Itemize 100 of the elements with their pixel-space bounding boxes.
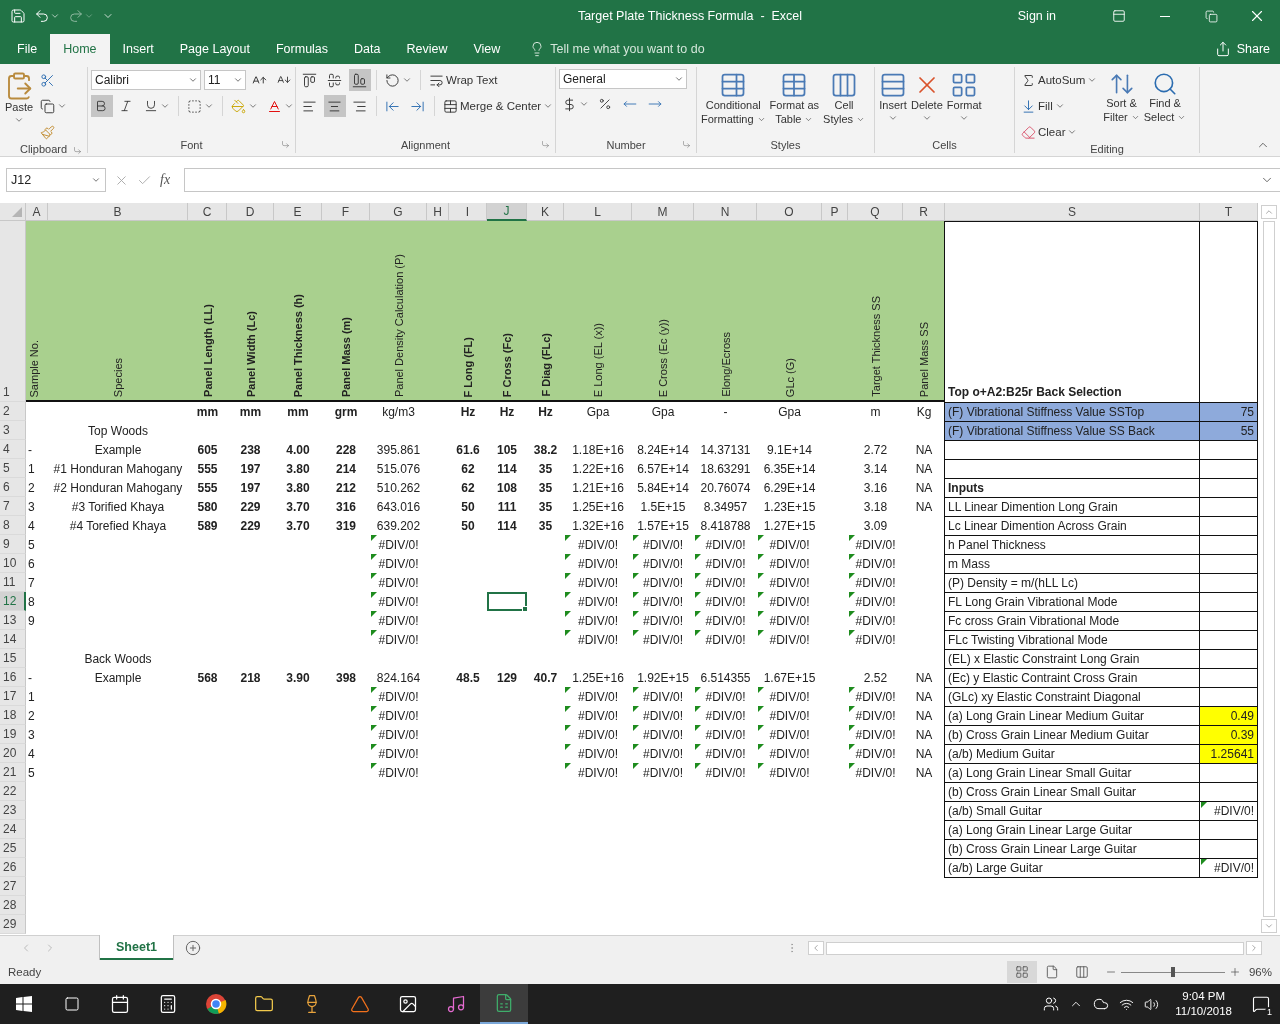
bold-button[interactable] [91, 95, 113, 117]
scroll-thumb[interactable] [826, 941, 1244, 955]
cells-button[interactable]: Format [945, 69, 983, 137]
row-header[interactable]: 9 [0, 535, 26, 554]
row-header[interactable]: 17 [0, 687, 26, 706]
undo-button[interactable] [34, 8, 60, 24]
column-header[interactable]: E [274, 203, 322, 221]
clock-time[interactable]: 9:04 PM [1182, 989, 1226, 1004]
sheet-tab[interactable]: Sheet1 [100, 935, 173, 960]
ribbon-tab[interactable]: Home [50, 34, 110, 64]
zoom-level[interactable]: 96% [1248, 966, 1272, 978]
row-header[interactable]: 7 [0, 497, 26, 516]
column-header[interactable]: T [1200, 203, 1258, 221]
column-header[interactable]: S [945, 203, 1200, 221]
dialog-launcher[interactable] [541, 140, 551, 150]
cells-button[interactable]: Insert [878, 69, 908, 137]
styles-button[interactable]: Format as Table [768, 69, 821, 137]
row-header[interactable]: 18 [0, 706, 26, 725]
row-header[interactable]: 23 [0, 801, 26, 820]
vertical-align-button[interactable] [349, 69, 371, 91]
ribbon-tab[interactable]: Formulas [262, 34, 342, 64]
tell-me-field[interactable]: Tell me what you want to do [523, 34, 711, 64]
sign-in-link[interactable]: Sign in [1017, 9, 1056, 23]
volume-button[interactable] [1144, 996, 1160, 1012]
column-header[interactable]: N [694, 203, 757, 221]
save-button[interactable] [10, 8, 26, 24]
row-header[interactable]: 29 [0, 915, 26, 934]
row-header[interactable]: 2 [0, 402, 26, 421]
column-header[interactable]: I [449, 203, 487, 221]
new-sheet-button[interactable] [185, 940, 201, 956]
row-header[interactable]: 8 [0, 516, 26, 535]
selected-cell-frame[interactable] [487, 592, 527, 611]
row-header[interactable]: 24 [0, 820, 26, 839]
find-select-button[interactable]: Find & Select [1142, 69, 1188, 143]
row-header[interactable]: 11 [0, 573, 26, 592]
spreadsheet-app-button[interactable] [480, 984, 528, 1024]
column-header[interactable]: B [48, 203, 188, 221]
zoom-thumb[interactable] [1170, 967, 1175, 977]
font-size-field[interactable]: 11 [204, 70, 246, 90]
column-header[interactable]: P [822, 203, 848, 221]
formula-field[interactable] [184, 168, 1280, 192]
fill-button[interactable]: Fill [1018, 95, 1101, 117]
column-header[interactable]: H [427, 203, 449, 221]
font-name-field[interactable]: Calibri [91, 70, 201, 90]
row-header[interactable]: 12 [0, 592, 26, 611]
column-header[interactable]: J [487, 203, 527, 221]
row-header[interactable]: 19 [0, 725, 26, 744]
cells-button[interactable]: Delete [910, 69, 944, 137]
column-header[interactable]: K [527, 203, 564, 221]
column-header[interactable]: O [757, 203, 822, 221]
row-header[interactable]: 21 [0, 763, 26, 782]
column-header[interactable]: A [26, 203, 48, 221]
dialog-launcher[interactable] [281, 140, 291, 150]
column-header[interactable]: Q [848, 203, 903, 221]
row-header[interactable]: 15 [0, 649, 26, 668]
name-box[interactable]: J12 [6, 168, 106, 192]
paste-button[interactable]: Paste [3, 69, 35, 143]
share-button[interactable]: Share [1208, 34, 1280, 64]
ribbon-tab[interactable]: View [460, 34, 514, 64]
column-header[interactable]: G [370, 203, 427, 221]
people-button[interactable] [1043, 996, 1060, 1012]
styles-button[interactable]: Cell Styles [822, 69, 867, 137]
column-header[interactable]: L [564, 203, 632, 221]
row-header[interactable]: 4 [0, 440, 26, 459]
wrap-text-button[interactable]: Wrap Text [426, 69, 501, 91]
row-header[interactable]: 16 [0, 668, 26, 687]
clear-button[interactable]: Clear [1018, 121, 1101, 143]
row-header[interactable]: 6 [0, 478, 26, 497]
row-header[interactable]: 13 [0, 611, 26, 630]
row-header[interactable]: 14 [0, 630, 26, 649]
clock-date[interactable]: 11/10/2018 [1175, 1004, 1232, 1019]
column-header[interactable]: D [227, 203, 274, 221]
row-header[interactable]: 25 [0, 839, 26, 858]
styles-button[interactable]: Conditional Formatting [700, 69, 767, 137]
row-header[interactable]: 1 [0, 221, 26, 402]
row-header[interactable]: 5 [0, 459, 26, 478]
action-center-button[interactable]: 1 [1248, 995, 1274, 1013]
fill-handle[interactable] [522, 606, 528, 612]
ribbon-tab[interactable]: Review [393, 34, 461, 64]
redo-button[interactable] [68, 8, 94, 24]
column-header[interactable]: F [322, 203, 370, 221]
row-header[interactable]: 26 [0, 858, 26, 877]
cloud-button[interactable] [1093, 996, 1110, 1012]
insert-function-button[interactable]: fx [160, 172, 171, 188]
number-format-field[interactable]: General [559, 69, 687, 89]
column-header[interactable]: R [903, 203, 945, 221]
ribbon-tab[interactable]: File [4, 34, 51, 64]
normal-view-button[interactable] [1006, 961, 1037, 983]
ribbon-tab[interactable]: Page Layout [166, 34, 263, 64]
row-header[interactable]: 28 [0, 896, 26, 915]
zoom-in-button[interactable] [1228, 966, 1241, 978]
scroll-thumb[interactable] [1263, 221, 1275, 917]
ribbon-tab[interactable]: Data [341, 34, 394, 64]
sort-filter-button[interactable]: Sort & Filter [1102, 69, 1141, 143]
dialog-launcher[interactable] [682, 140, 692, 150]
row-header[interactable]: 20 [0, 744, 26, 763]
row-header[interactable]: 10 [0, 554, 26, 573]
column-header[interactable]: M [632, 203, 694, 221]
merge-center-button[interactable]: Merge & Center [440, 95, 557, 117]
autosum-button[interactable]: AutoSum [1018, 69, 1101, 91]
